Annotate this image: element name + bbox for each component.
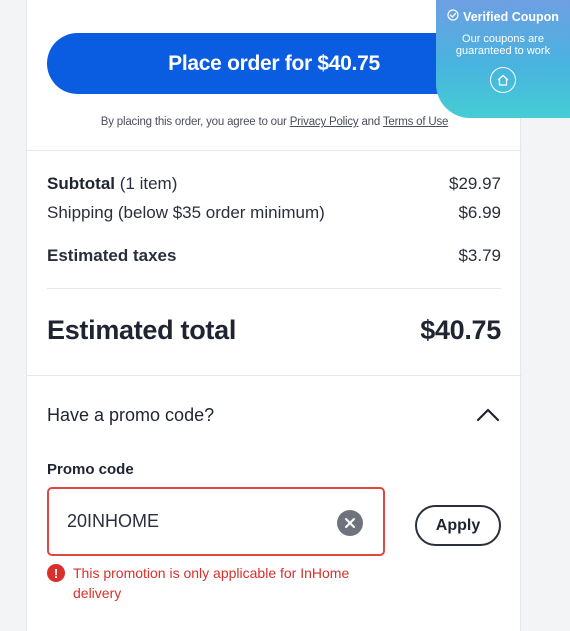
subtotal-row: Subtotal (1 item) $29.97 bbox=[47, 174, 501, 194]
home-icon[interactable] bbox=[490, 67, 516, 93]
shipping-value: $6.99 bbox=[458, 203, 501, 222]
apply-button[interactable]: Apply bbox=[415, 505, 501, 546]
coupon-title: Verified Coupon bbox=[436, 9, 570, 24]
promo-code-label: Promo code bbox=[47, 461, 134, 478]
total-row: Estimated total $40.75 bbox=[47, 315, 501, 346]
total-label: Estimated total bbox=[47, 315, 237, 345]
promo-error-text: This promotion is only applicable for In… bbox=[73, 565, 350, 601]
taxes-label: Estimated taxes bbox=[47, 246, 177, 265]
clear-icon[interactable] bbox=[337, 510, 363, 536]
promo-code-input[interactable] bbox=[67, 511, 327, 532]
divider bbox=[27, 375, 522, 376]
legal-and: and bbox=[361, 116, 381, 128]
total-value: $40.75 bbox=[420, 315, 501, 345]
verified-coupon-badge[interactable]: Verified Coupon Our coupons are guarante… bbox=[436, 0, 570, 118]
promo-error: ! This promotion is only applicable for … bbox=[47, 563, 367, 603]
subtotal-label: Subtotal (1 item) bbox=[47, 174, 177, 194]
subtotal-title: Subtotal bbox=[47, 174, 115, 193]
error-icon: ! bbox=[47, 564, 65, 582]
shipping-row: Shipping (below $35 order minimum) $6.99 bbox=[47, 203, 501, 223]
chevron-up-icon[interactable] bbox=[475, 402, 501, 428]
coupon-description: Our coupons are guaranteed to work bbox=[436, 33, 570, 57]
divider bbox=[47, 288, 501, 289]
taxes-value: $3.79 bbox=[458, 246, 501, 265]
legal-prefix: By placing this order, you agree to our bbox=[100, 116, 287, 128]
coupon-desc-line2: guaranteed to work bbox=[455, 45, 551, 57]
promo-question: Have a promo code? bbox=[47, 404, 215, 425]
promo-toggle[interactable]: Have a promo code? bbox=[47, 400, 501, 430]
shipping-label: Shipping (below $35 order minimum) bbox=[47, 203, 325, 222]
coupon-desc-line1: Our coupons are bbox=[462, 33, 544, 45]
promo-code-field bbox=[47, 487, 385, 556]
subtotal-value: $29.97 bbox=[449, 174, 501, 193]
place-order-button[interactable]: Place order for $40.75 bbox=[47, 33, 501, 94]
privacy-policy-link[interactable]: Privacy Policy bbox=[290, 116, 359, 128]
check-circle-icon bbox=[447, 9, 459, 24]
coupon-title-text: Verified Coupon bbox=[463, 9, 559, 24]
subtotal-count: (1 item) bbox=[119, 174, 178, 193]
taxes-row: Estimated taxes $3.79 bbox=[47, 246, 501, 266]
legal-notice: By placing this order, you agree to our … bbox=[27, 116, 522, 128]
divider bbox=[27, 150, 522, 151]
terms-of-use-link[interactable]: Terms of Use bbox=[383, 116, 449, 128]
